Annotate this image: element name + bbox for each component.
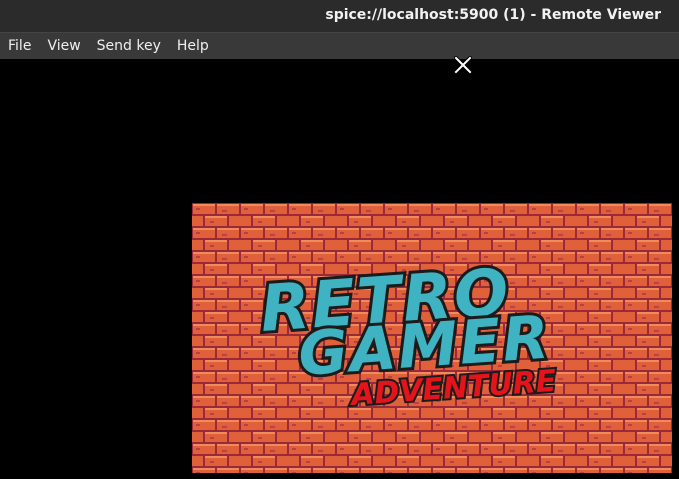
- menu-bar: File View Send key Help: [0, 32, 679, 59]
- window-titlebar: spice://localhost:5900 (1) - Remote View…: [0, 0, 679, 32]
- window-title: spice://localhost:5900 (1) - Remote View…: [325, 7, 661, 23]
- menu-help[interactable]: Help: [169, 33, 217, 59]
- menu-file[interactable]: File: [0, 33, 39, 59]
- game-screen[interactable]: RETRO GAMER ADVENTURE: [192, 203, 672, 473]
- menu-send-key[interactable]: Send key: [89, 33, 169, 59]
- x-cursor-icon: [454, 56, 472, 74]
- menu-view[interactable]: View: [39, 33, 88, 59]
- game-title-art: RETRO GAMER ADVENTURE: [192, 203, 672, 473]
